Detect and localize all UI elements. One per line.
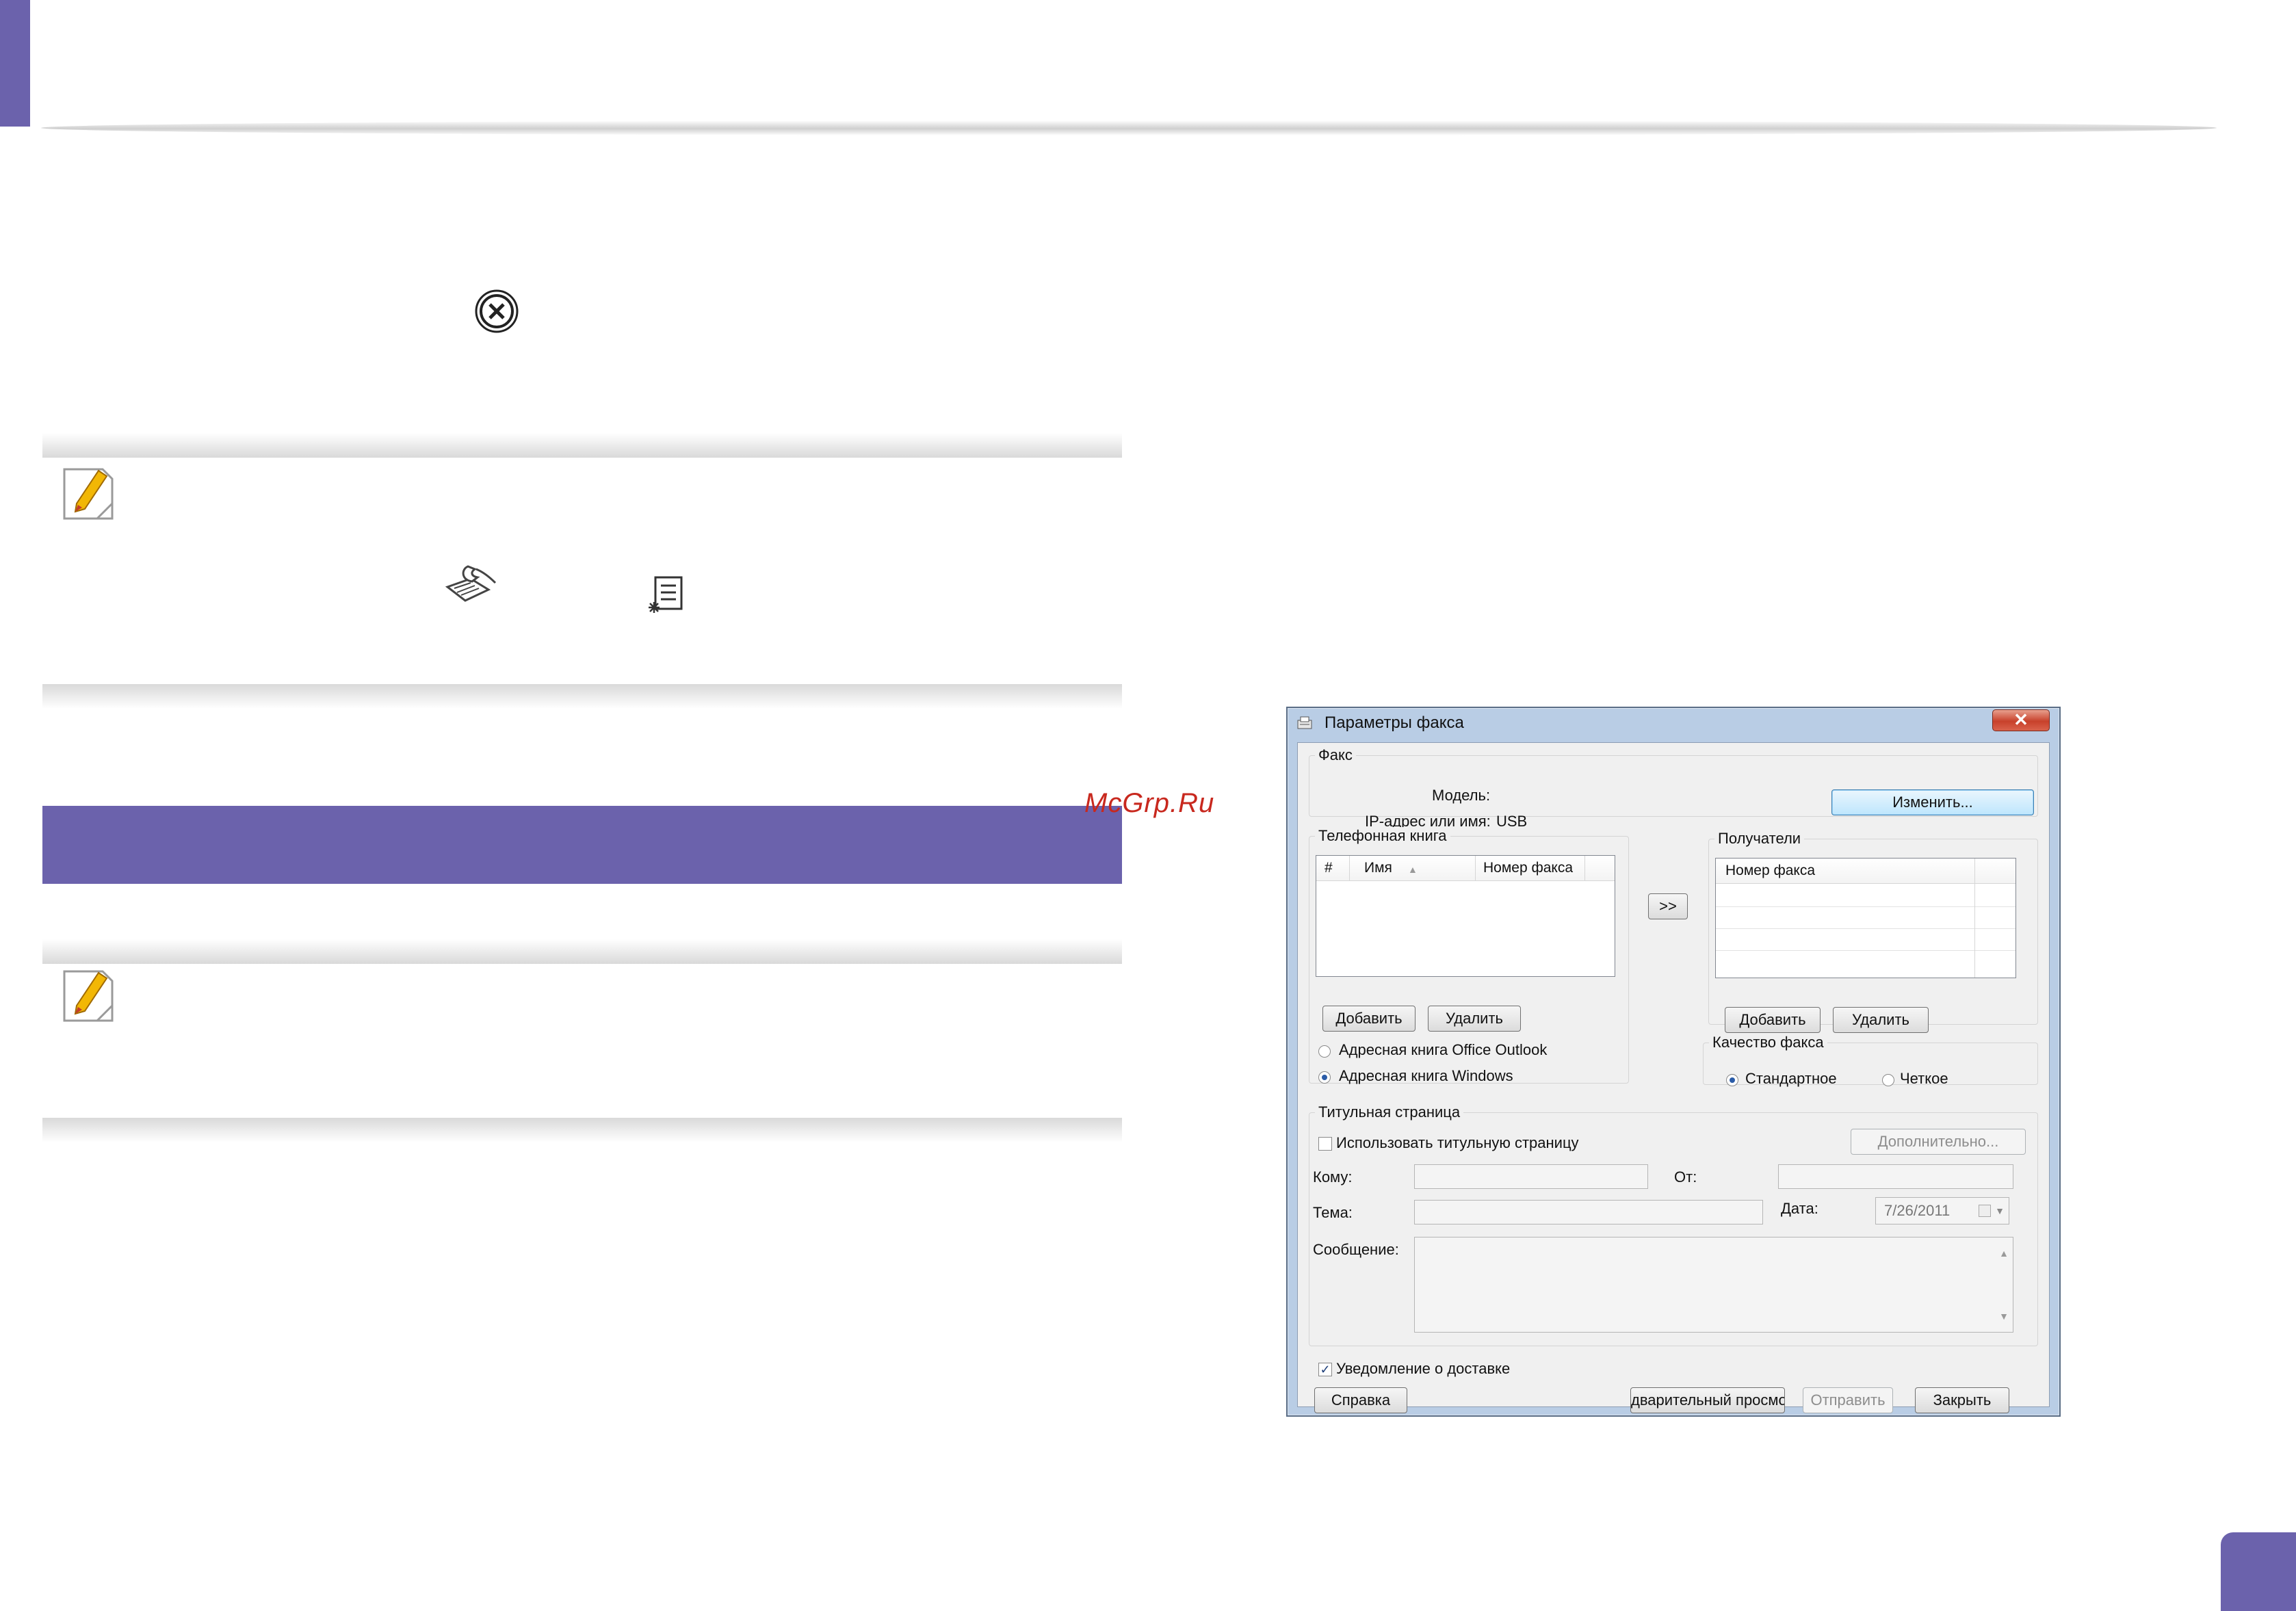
calendar-icon[interactable] — [1979, 1205, 1991, 1217]
fax-quality-title: Качество факса — [1709, 1034, 1827, 1051]
model-label: Модель: — [1432, 787, 1491, 804]
fax-hook-icon — [441, 562, 501, 605]
dialog-title: Параметры факса — [1325, 713, 1464, 732]
date-value: 7/26/2011 — [1884, 1202, 1951, 1219]
col-separator — [1584, 856, 1585, 880]
auto-redial-icon — [646, 575, 687, 617]
note-pencil-icon-2 — [60, 966, 118, 1026]
from-label: От: — [1674, 1168, 1697, 1186]
dialog-client-area: Факс Модель: IP-адрес или имя: USB Измен… — [1297, 742, 2050, 1413]
message-label: Сообщение: — [1313, 1241, 1399, 1258]
chevron-down-icon[interactable]: ▼ — [1995, 1198, 2005, 1224]
phonebook-col-fax[interactable]: Номер факса — [1483, 860, 1573, 876]
section-heading-bar — [42, 806, 1122, 884]
delivery-notice-checkbox[interactable]: ✓ — [1318, 1363, 1332, 1376]
phonebook-delete-button[interactable]: Удалить — [1428, 1006, 1521, 1032]
phonebook-list-header: # Имя ▲ Номер факса — [1316, 856, 1615, 881]
date-picker[interactable]: 7/26/2011 ▼ — [1875, 1197, 2009, 1224]
recipients-add-button[interactable]: Добавить — [1725, 1007, 1821, 1033]
watermark: McGrp.Ru — [1084, 788, 1215, 818]
recipient-row — [1716, 928, 2015, 929]
fax-settings-dialog: Параметры факса ✕ Факс Модель: IP-адрес … — [1286, 707, 2061, 1417]
radio-quality-standard-label: Стандартное — [1745, 1070, 1837, 1087]
scroll-up-icon[interactable]: ▲ — [1999, 1242, 2009, 1265]
radio-outlook[interactable] — [1318, 1045, 1331, 1058]
sort-arrow-icon: ▲ — [1408, 864, 1418, 875]
transfer-button[interactable]: >> — [1648, 893, 1688, 919]
note-band-bottom-2 — [42, 1118, 1122, 1142]
ip-value: USB — [1496, 813, 1528, 830]
note-band-top — [42, 433, 1122, 458]
use-cover-checkbox[interactable] — [1318, 1137, 1332, 1151]
window-close-button[interactable]: ✕ — [1992, 709, 2050, 731]
use-cover-label: Использовать титульную страницу — [1336, 1134, 1579, 1151]
recipient-row — [1716, 906, 2015, 907]
page-corner-tab — [0, 0, 30, 127]
change-button[interactable]: Изменить... — [1831, 789, 2034, 815]
message-field[interactable]: ▲ ▼ — [1414, 1237, 2013, 1333]
date-label: Дата: — [1781, 1200, 1818, 1217]
from-field[interactable] — [1778, 1164, 2013, 1189]
subject-label: Тема: — [1313, 1204, 1353, 1221]
radio-windows-label: Адресная книга Windows — [1339, 1067, 1513, 1084]
col-separator — [1974, 859, 1975, 883]
recipients-delete-button[interactable]: Удалить — [1833, 1007, 1929, 1033]
col-separator — [1349, 856, 1350, 880]
to-field[interactable] — [1414, 1164, 1648, 1189]
col-separator — [1974, 883, 1975, 978]
to-label: Кому: — [1313, 1168, 1353, 1186]
dialog-titlebar[interactable]: Параметры факса ✕ — [1288, 708, 2059, 738]
cancel-icon — [473, 288, 520, 335]
delivery-notice-label: Уведомление о доставке — [1336, 1360, 1511, 1377]
radio-quality-standard[interactable] — [1726, 1074, 1738, 1086]
phonebook-list[interactable]: # Имя ▲ Номер факса — [1316, 855, 1615, 977]
recipients-list[interactable]: Номер факса — [1715, 858, 2016, 978]
cover-page-title: Титульная страница — [1315, 1103, 1464, 1121]
advanced-button[interactable]: Дополнительно... — [1851, 1129, 2026, 1155]
header-rule — [41, 120, 2217, 135]
fax-app-icon — [1297, 716, 1312, 730]
page-number-tab — [2221, 1532, 2296, 1611]
note-pencil-icon — [60, 464, 118, 524]
recipients-group-title: Получатели — [1714, 830, 1805, 848]
note-band-bottom — [42, 684, 1122, 709]
close-button[interactable]: Закрыть — [1915, 1387, 2009, 1413]
radio-windows[interactable] — [1318, 1071, 1331, 1084]
help-button[interactable]: Справка — [1314, 1387, 1407, 1413]
phonebook-add-button[interactable]: Добавить — [1322, 1006, 1416, 1032]
fax-group-title: Факс — [1315, 746, 1356, 764]
phonebook-group-title: Телефонная книга — [1315, 827, 1450, 845]
recipients-list-header: Номер факса — [1716, 859, 2015, 884]
phonebook-col-name[interactable]: Имя — [1364, 860, 1392, 876]
phonebook-col-number[interactable]: # — [1325, 860, 1333, 876]
col-separator — [1475, 856, 1476, 880]
subject-field[interactable] — [1414, 1200, 1763, 1224]
recipients-col-fax[interactable]: Номер факса — [1725, 863, 1815, 879]
radio-quality-fine-label: Четкое — [1900, 1070, 1948, 1087]
scroll-down-icon[interactable]: ▼ — [1999, 1305, 2009, 1328]
preview-button[interactable]: дварительный просмо — [1630, 1387, 1785, 1413]
radio-outlook-label: Адресная книга Office Outlook — [1339, 1041, 1548, 1058]
recipient-row — [1716, 950, 2015, 951]
radio-quality-fine[interactable] — [1882, 1074, 1894, 1086]
note-band-top-2 — [42, 939, 1122, 964]
send-button[interactable]: Отправить — [1803, 1387, 1893, 1413]
